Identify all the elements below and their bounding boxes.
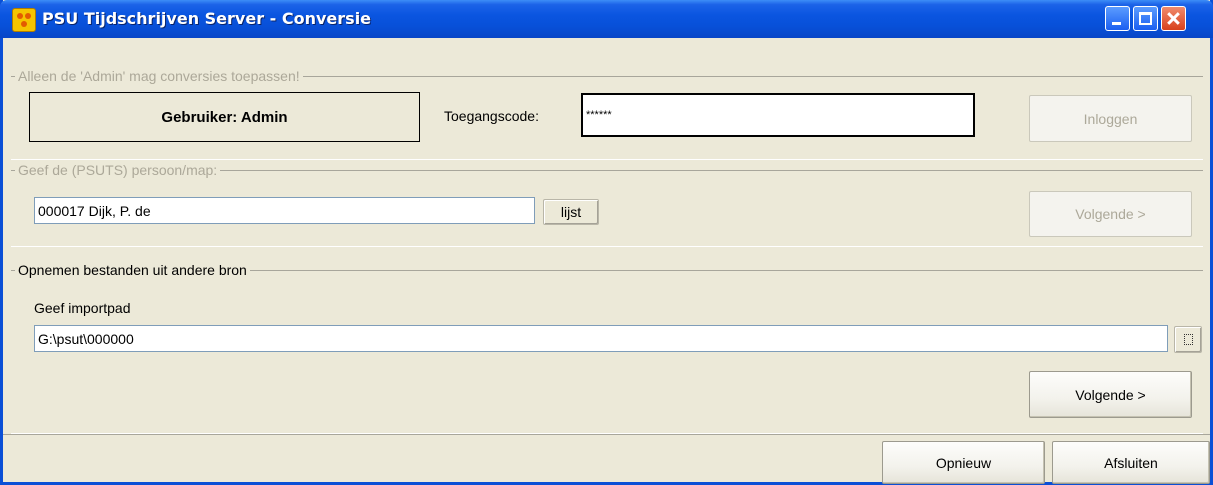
current-user-label: Gebruiker: Admin	[29, 92, 420, 142]
browse-folder-icon	[1183, 334, 1193, 345]
close-icon	[1162, 7, 1185, 30]
app-logo-icon[interactable]	[12, 8, 36, 32]
maximize-icon	[1139, 12, 1152, 25]
close-window-button[interactable]	[1161, 6, 1186, 31]
import-path-input[interactable]	[34, 325, 1168, 352]
person-input[interactable]	[34, 197, 535, 224]
login-button[interactable]: Inloggen	[1029, 95, 1192, 142]
window-title: PSU Tijdschrijven Server - Conversie	[42, 9, 372, 28]
title-bar[interactable]: PSU Tijdschrijven Server - Conversie	[0, 0, 1213, 38]
maximize-button[interactable]	[1133, 6, 1158, 31]
import-path-label: Geef importpad	[34, 300, 131, 316]
close-button[interactable]: Afsluiten	[1052, 441, 1210, 484]
minimize-button[interactable]	[1105, 6, 1130, 31]
import-group-legend: Opnemen bestanden uit andere bron	[15, 262, 250, 278]
conversion-window: PSU Tijdschrijven Server - Conversie All…	[0, 0, 1213, 485]
import-next-button[interactable]: Volgende >	[1029, 371, 1192, 418]
minimize-icon	[1112, 22, 1121, 25]
browse-button[interactable]	[1174, 326, 1202, 353]
login-group-legend: Alleen de 'Admin' mag conversies toepass…	[15, 68, 303, 84]
person-group-legend: Geef de (PSUTS) persoon/map:	[15, 162, 221, 178]
access-code-label: Toegangscode:	[444, 108, 539, 124]
list-button[interactable]: lijst	[543, 199, 599, 225]
reset-button[interactable]: Opnieuw	[882, 441, 1045, 484]
access-code-input[interactable]	[581, 93, 975, 137]
import-group: Opnemen bestanden uit andere bron	[11, 262, 1203, 434]
person-next-button[interactable]: Volgende >	[1029, 191, 1192, 237]
